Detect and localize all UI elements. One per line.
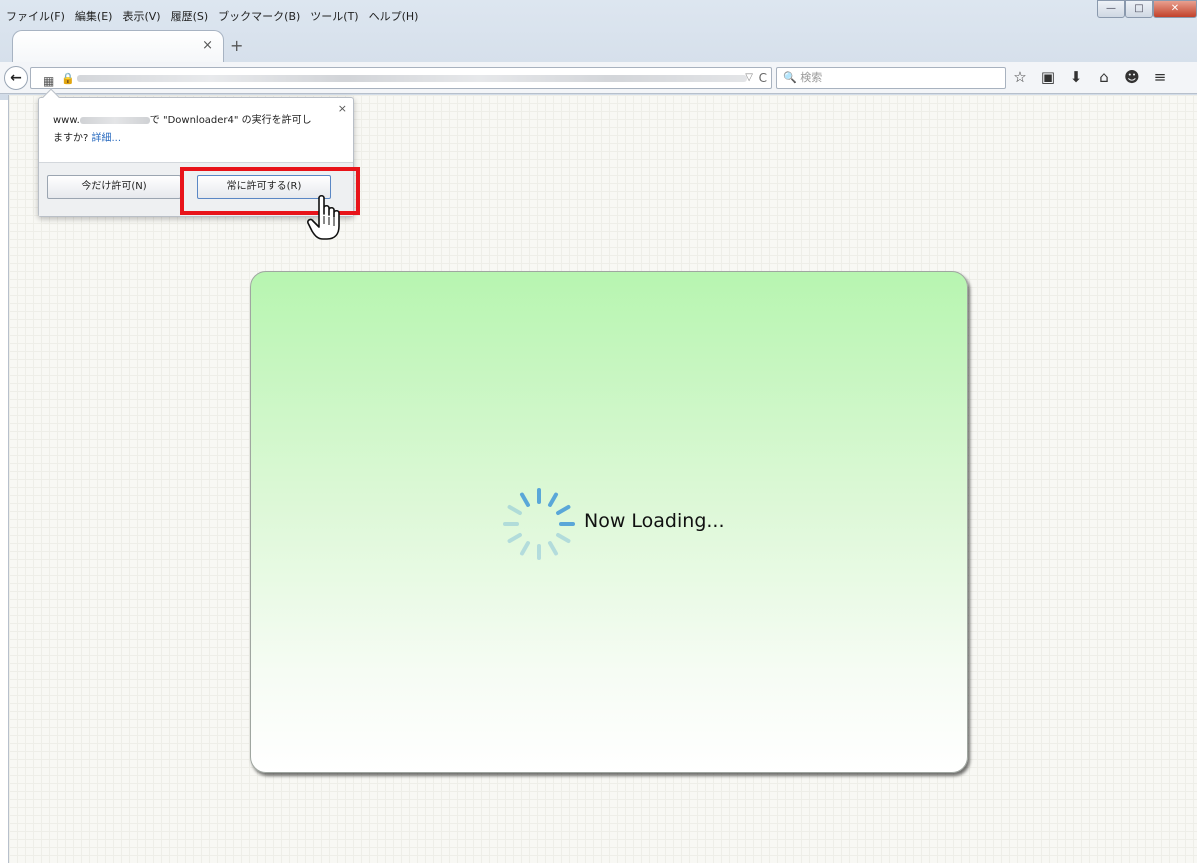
url-dropdown-icon[interactable]: ▽ [745,68,753,88]
url-text-blurred [77,75,747,82]
loading-spinner-icon [503,488,575,560]
spinner-dash [507,533,522,543]
spinner-dash [556,505,571,515]
details-link[interactable]: 詳細... [92,133,122,144]
search-input[interactable]: 🔍 検索 [776,67,1006,89]
bookmark-star-icon[interactable]: ☆ [1012,68,1028,86]
popup-close-icon[interactable]: × [338,102,347,115]
downloads-icon[interactable]: ⬇ [1068,68,1084,86]
menu-help[interactable]: ヘルプ(H) [369,6,419,28]
spinner-dash [520,541,530,556]
url-bar[interactable]: ▦ 🔒 ▽ C [30,67,772,89]
spinner-dash [520,492,530,507]
host-name-blurred [79,116,150,124]
loading-text: Now Loading... [584,510,725,532]
spinner-dash [548,541,558,556]
browser-chrome: ファイル(F) 編集(E) 表示(V) 履歴(S) ブックマーク(B) ツール(… [0,0,1197,100]
spinner-dash [507,505,522,515]
menubar: ファイル(F) 編集(E) 表示(V) 履歴(S) ブックマーク(B) ツール(… [6,6,418,28]
popup-message: www. で "Downloader4" の実行を許可し ますか? 詳細... [53,112,333,148]
loading-panel: Now Loading... [250,271,968,773]
hand-cursor-icon [307,194,340,240]
browser-tab[interactable]: × [12,30,224,62]
plugin-permission-popup: × www. で "Downloader4" の実行を許可し ますか? 詳細...… [38,88,360,240]
plugin-icon[interactable]: ▦ [43,71,54,91]
menu-edit[interactable]: 編集(E) [75,6,113,28]
allow-now-button[interactable]: 今だけ許可(N) [47,175,181,199]
chat-icon[interactable]: ☻ [1124,68,1140,86]
popup-message-part2: ますか? [53,133,89,144]
spinner-dash [556,533,571,543]
menu-bookmarks[interactable]: ブックマーク(B) [218,6,300,28]
menu-view[interactable]: 表示(V) [122,6,160,28]
navigation-bar: ← ▦ 🔒 ▽ C 🔍 検索 ☆ ▣ ⬇ ⌂ ☻ ≡ [0,62,1197,94]
new-tab-button[interactable]: + [230,36,243,55]
spinner-dash [548,492,558,507]
menu-file[interactable]: ファイル(F) [6,6,65,28]
home-icon[interactable]: ⌂ [1096,68,1112,86]
menu-hamburger-icon[interactable]: ≡ [1152,68,1168,86]
toolbar-icons: ☆ ▣ ⬇ ⌂ ☻ ≡ [1012,68,1168,86]
lock-icon: 🔒 [61,72,75,85]
minimize-button[interactable]: — [1097,0,1125,18]
maximize-button[interactable]: □ [1125,0,1153,18]
close-window-button[interactable]: ✕ [1153,0,1197,18]
menu-tools[interactable]: ツール(T) [310,6,358,28]
popup-host-prefix: www. [53,115,80,126]
window-controls: — □ ✕ [1097,0,1197,22]
bookmarks-menu-icon[interactable]: ▣ [1040,68,1056,86]
tab-close-icon[interactable]: × [202,38,213,53]
back-button[interactable]: ← [4,66,28,90]
reload-icon[interactable]: C [759,68,767,88]
menu-history[interactable]: 履歴(S) [171,6,209,28]
popup-message-part1: で "Downloader4" の実行を許可し [149,115,312,126]
